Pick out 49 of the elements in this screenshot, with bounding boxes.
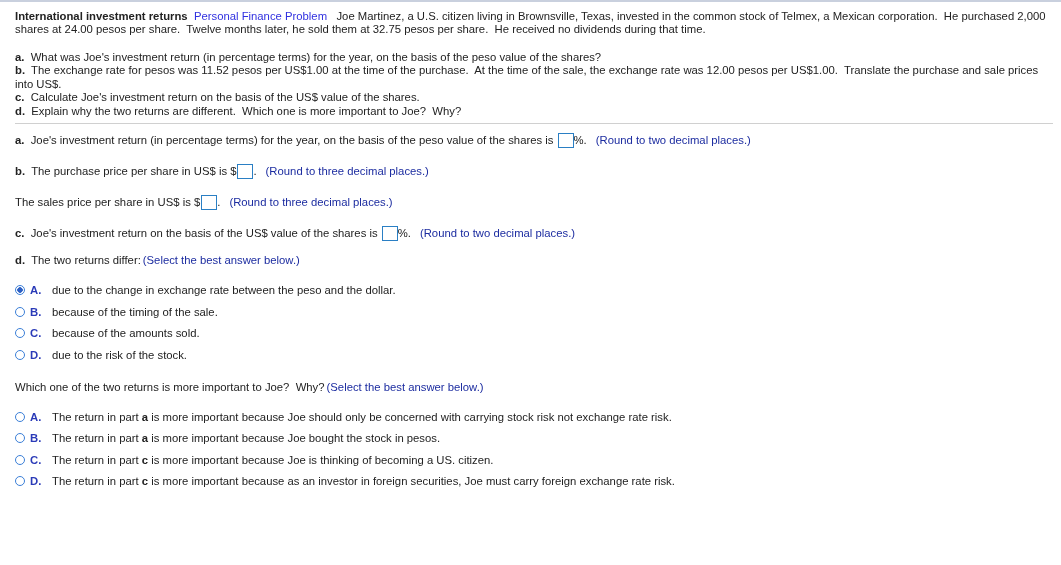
question-text: b. The exchange rate for pesos was 11.52 pesos per US$1.00 at the time of the purchase. At the time of the sale, the exchange rate was 12.00 pesos per US$1.00. Translate the purchase and sale prices into US$.	[15, 64, 1040, 92]
unit-text: %.	[573, 134, 587, 147]
option-text: due to the risk of the stock.	[52, 348, 187, 361]
hint-text: (Round to three decimal places.)	[265, 165, 429, 178]
option-letter: B.	[30, 432, 43, 445]
answer-label: b. The purchase price per share in US$ is $	[15, 165, 237, 178]
option-letter: C.	[30, 327, 43, 340]
option-letter: C.	[30, 453, 43, 466]
answer-label: c. Joe's investment return on the basis of the US$ value of the shares is	[15, 227, 379, 240]
question-text: a. What was Joe's investment return (in percentage terms) for the year, on the basis of the peso value of the shares?	[15, 51, 603, 65]
answer-field[interactable]	[557, 132, 574, 148]
hint-text: (Select the best answer below.)	[326, 380, 484, 393]
answer-label: The sales price per share in US$ is $	[15, 196, 201, 209]
problem-text: International investment returns Personal Finance Problem Joe Martinez, a U.S. citizen living in Brownsville, Texas, invested in the common stock of Telmex, a Mexican corporation. He purchased 2,000 shares at 24.00 pesos per share. Twelve months later, he sold them at 32.75 pesos per share. He received no dividends during that time.	[15, 10, 1047, 36]
radio-button[interactable]	[15, 328, 25, 339]
option-text: due to the change in exchange rate between the peso and the dollar.	[52, 284, 396, 297]
radio-button[interactable]	[15, 349, 25, 360]
question-text: d. The two returns differ:	[15, 254, 141, 267]
answer-field[interactable]	[381, 225, 398, 241]
radio-button[interactable]	[15, 433, 25, 444]
radio-button[interactable]	[15, 411, 25, 422]
option-text: because of the timing of the sale.	[52, 305, 218, 318]
option-text: because of the amounts sold.	[52, 327, 200, 340]
hint-text: (Round to two decimal places.)	[419, 227, 576, 240]
unit-text: .	[253, 165, 257, 178]
hint-text: (Round to three decimal places.)	[229, 196, 393, 209]
option-letter: D.	[30, 348, 43, 361]
option-text: The return in part c is more important because as an investor in foreign securities, Joe must carry foreign exchange rate risk.	[52, 475, 675, 488]
hint-text: (Select the best answer below.)	[142, 254, 300, 267]
answer-label: a. Joe's investment return (in percentage terms) for the year, on the basis of the peso value of the shares is	[15, 134, 555, 147]
option-letter: A.	[30, 284, 43, 297]
radio-button[interactable]	[15, 285, 25, 296]
radio-button[interactable]	[15, 306, 25, 317]
answer-field[interactable]	[237, 163, 254, 179]
unit-text: .	[217, 196, 221, 209]
option-text: The return in part c is more important because Joe is thinking of becoming a US. citizen.	[52, 453, 494, 466]
question-text: Which one of the two returns is more important to Joe? Why?	[15, 380, 325, 393]
unit-text: %.	[397, 227, 411, 240]
option-text: The return in part a is more important because Joe should only be concerned with carrying stock risk not exchange rate risk.	[52, 410, 672, 423]
answer-field[interactable]	[201, 194, 218, 210]
option-letter: B.	[30, 305, 43, 318]
question-text: c. Calculate Joe's investment return on the basis of the US$ value of the shares.	[15, 91, 421, 105]
option-letter: D.	[30, 475, 43, 488]
option-letter: A.	[30, 410, 43, 423]
radio-button[interactable]	[15, 476, 25, 487]
hint-text: (Round to two decimal places.)	[595, 134, 751, 147]
option-text: The return in part a is more important because Joe bought the stock in pesos.	[52, 432, 441, 445]
radio-button[interactable]	[15, 454, 25, 465]
question-text: d. Explain why the two returns are different. Which one is more important to Joe? Why?	[15, 104, 463, 119]
